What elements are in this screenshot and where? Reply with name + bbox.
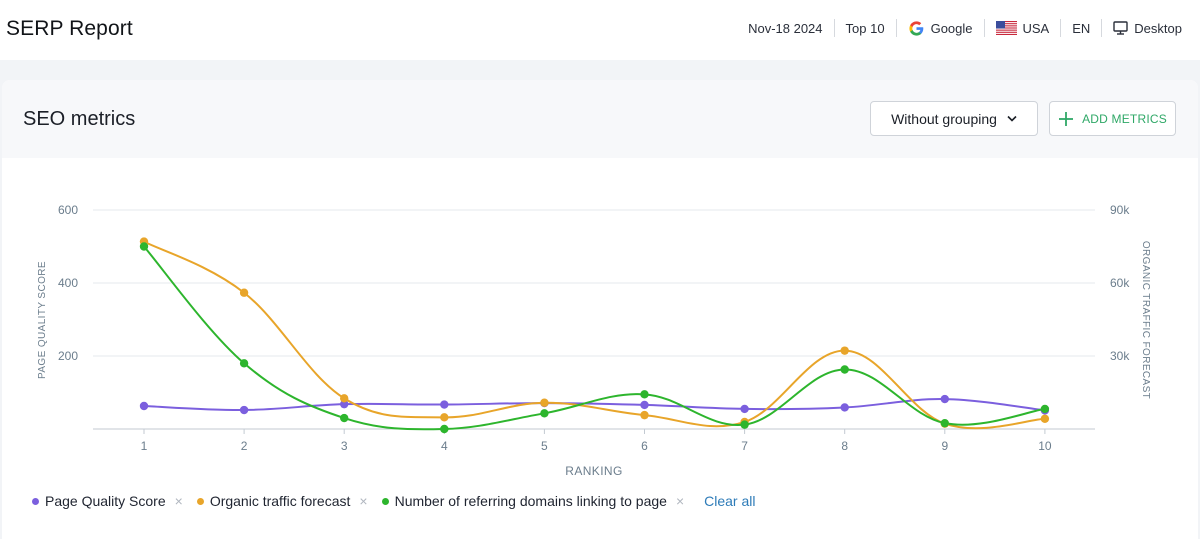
data-point[interactable] <box>840 365 849 374</box>
data-point[interactable] <box>1040 404 1050 414</box>
x-tick-label: 5 <box>541 439 548 453</box>
data-point[interactable] <box>940 418 949 428</box>
data-point[interactable] <box>740 420 749 429</box>
legend-label: Page Quality Score <box>45 493 166 509</box>
data-point[interactable] <box>340 413 349 423</box>
x-tick-label: 6 <box>641 439 648 453</box>
y-axis-right-label: ORGANIC TRAFFIC FORECAST <box>1140 241 1151 399</box>
chart-legend: Page Quality Score × Organic traffic for… <box>32 493 756 509</box>
data-point[interactable] <box>540 409 549 418</box>
y-left-tick-label: 600 <box>58 203 78 217</box>
legend-dot <box>32 497 39 505</box>
remove-metric-icon[interactable]: × <box>676 493 684 509</box>
data-point[interactable] <box>239 359 249 368</box>
data-point[interactable] <box>440 424 449 434</box>
x-tick-label: 3 <box>341 439 348 453</box>
y-right-tick-label: 30k <box>1110 349 1130 363</box>
legend-item-organic-traffic[interactable]: Organic traffic forecast × <box>196 493 368 509</box>
data-point[interactable] <box>440 400 449 409</box>
legend-label: Organic traffic forecast <box>209 493 351 509</box>
data-point[interactable] <box>740 404 749 414</box>
y-left-tick-label: 200 <box>58 349 78 363</box>
data-point[interactable] <box>640 400 649 410</box>
legend-item-referring-domains[interactable]: Number of referring domains linking to p… <box>381 493 684 509</box>
y-left-tick-label: 400 <box>58 276 78 290</box>
chart-series <box>143 240 1046 431</box>
legend-item-page-quality[interactable]: Page Quality Score × <box>32 493 183 509</box>
seo-metrics-chart: 200 400 600 30k 60k 90k 1 2 3 4 5 6 7 8 9 10 PAGE QUALI… <box>37 203 1151 478</box>
x-axis-label: RANKING <box>565 464 622 478</box>
legend-dot <box>381 497 389 505</box>
data-point[interactable] <box>540 398 549 407</box>
legend-label: Number of referring domains linking to p… <box>394 493 667 509</box>
x-tick-label: 2 <box>241 439 248 453</box>
data-point[interactable] <box>139 242 149 251</box>
x-tick-label: 1 <box>141 439 148 453</box>
data-point[interactable] <box>640 410 649 420</box>
remove-metric-icon[interactable]: × <box>175 493 183 509</box>
series-line <box>143 245 1046 431</box>
remove-metric-icon[interactable]: × <box>359 493 367 509</box>
y-right-tick-label: 60k <box>1110 276 1130 290</box>
x-tick-label: 10 <box>1038 439 1052 453</box>
y-right-tick-label: 90k <box>1110 203 1130 217</box>
legend-dot <box>196 497 204 505</box>
x-tick-label: 9 <box>941 439 948 453</box>
data-point[interactable] <box>139 401 149 411</box>
data-point[interactable] <box>239 288 249 297</box>
data-point[interactable] <box>940 394 949 404</box>
clear-all-link[interactable]: Clear all <box>704 493 755 509</box>
x-tick-label: 8 <box>841 439 848 453</box>
y-axis-left-label: PAGE QUALITY SCORE <box>37 261 48 379</box>
data-point[interactable] <box>840 403 849 412</box>
data-point[interactable] <box>840 346 849 355</box>
x-tick-label: 4 <box>441 439 448 453</box>
data-point[interactable] <box>640 390 649 399</box>
data-point[interactable] <box>440 413 449 422</box>
data-point[interactable] <box>1040 414 1050 423</box>
data-point[interactable] <box>239 405 249 415</box>
chart-ticks: 200 400 600 30k 60k 90k 1 2 3 4 5 6 7 8 9 10 <box>58 203 1130 453</box>
x-tick-label: 7 <box>741 439 748 453</box>
data-point[interactable] <box>340 394 349 403</box>
